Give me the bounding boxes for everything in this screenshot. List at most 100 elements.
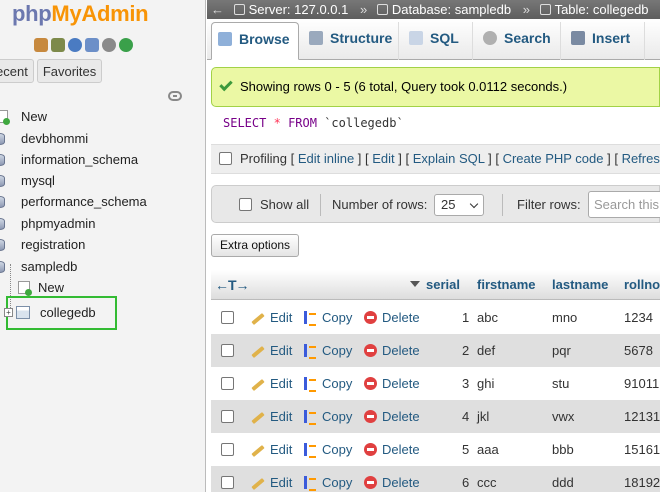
- tab-structure[interactable]: Structure: [303, 22, 399, 60]
- cell-lastname[interactable]: pqr: [552, 334, 571, 367]
- cell-lastname[interactable]: bbb: [552, 433, 574, 466]
- docs-icon[interactable]: [85, 38, 99, 52]
- column-header-firstname[interactable]: firstname: [477, 270, 536, 300]
- expand-plus-icon[interactable]: +: [4, 308, 13, 317]
- cell-serial[interactable]: 3: [462, 367, 469, 400]
- delete-icon: [364, 443, 377, 456]
- breadcrumb-table[interactable]: Table: collegedb: [555, 0, 649, 19]
- phpmyadmin-logo[interactable]: phpMyAdmin: [12, 1, 149, 27]
- settings-gear-icon[interactable]: [102, 38, 116, 52]
- copy-row-link[interactable]: Copy: [322, 334, 352, 367]
- column-header-rollno[interactable]: rollno: [624, 270, 660, 300]
- edit-row-link[interactable]: Edit: [270, 367, 292, 400]
- tab-insert[interactable]: Insert: [565, 22, 645, 60]
- tab-label: Structure: [330, 30, 393, 46]
- copy-row-link[interactable]: Copy: [322, 301, 352, 334]
- table-row[interactable]: Edit Copy Delete 6 ccc ddd 181920: [211, 466, 660, 492]
- cell-serial[interactable]: 4: [462, 400, 469, 433]
- cell-serial[interactable]: 6: [462, 466, 469, 492]
- filter-rows-input[interactable]: Search this ta: [588, 191, 660, 218]
- cell-firstname[interactable]: abc: [477, 301, 498, 334]
- cell-rollno[interactable]: 91011: [624, 367, 659, 400]
- table-row[interactable]: Edit Copy Delete 3 ghi stu 91011: [211, 367, 660, 400]
- column-toggle-arrows[interactable]: ←T→: [215, 270, 250, 300]
- profiling-bar: Profiling [ Edit inline ] [ Edit ] [ Exp…: [211, 144, 660, 174]
- column-header-serial[interactable]: serial: [426, 270, 460, 300]
- logout-icon[interactable]: [51, 38, 65, 52]
- tab-search[interactable]: Search: [477, 22, 561, 60]
- cell-serial[interactable]: 2: [462, 334, 469, 367]
- cell-rollno[interactable]: 181920: [624, 466, 660, 492]
- cell-rollno[interactable]: 1234: [624, 301, 653, 334]
- extra-options-button[interactable]: Extra options: [211, 234, 300, 257]
- cell-firstname[interactable]: def: [477, 334, 495, 367]
- refresh-link[interactable]: Refresh: [622, 151, 660, 166]
- row-checkbox[interactable]: [221, 311, 234, 324]
- tree-item-label: sampledb: [21, 259, 78, 274]
- table-row[interactable]: Edit Copy Delete 5 aaa bbb 151617: [211, 433, 660, 466]
- help-icon[interactable]: [68, 38, 82, 52]
- cell-rollno[interactable]: 151617: [624, 433, 660, 466]
- profiling-checkbox[interactable]: [219, 152, 232, 165]
- show-all-control[interactable]: Show all: [239, 186, 309, 224]
- tab-recent[interactable]: ecent: [0, 59, 34, 83]
- copy-row-link[interactable]: Copy: [322, 400, 352, 433]
- reload-icon[interactable]: [119, 38, 133, 52]
- cell-firstname[interactable]: ccc: [477, 466, 497, 492]
- delete-row-link[interactable]: Delete: [382, 334, 420, 367]
- number-of-rows-select[interactable]: 25: [434, 194, 484, 216]
- copy-icon: [304, 443, 317, 458]
- tab-favorites[interactable]: Favorites: [36, 59, 103, 83]
- edit-row-link[interactable]: Edit: [270, 433, 292, 466]
- copy-row-link[interactable]: Copy: [322, 433, 352, 466]
- copy-row-link[interactable]: Copy: [322, 466, 352, 492]
- cell-firstname[interactable]: jkl: [477, 400, 489, 433]
- tab-bar: Browse Structure SQL Search Insert: [207, 19, 660, 60]
- column-header-lastname[interactable]: lastname: [552, 270, 608, 300]
- table-row[interactable]: Edit Copy Delete 2 def pqr 5678: [211, 334, 660, 367]
- cell-lastname[interactable]: mno: [552, 301, 577, 334]
- table-row[interactable]: Edit Copy Delete 4 jkl vwx 121314: [211, 400, 660, 433]
- sort-dropdown-icon[interactable]: [410, 281, 420, 287]
- table-icon: [539, 4, 551, 15]
- cell-lastname[interactable]: ddd: [552, 466, 574, 492]
- tab-browse[interactable]: Browse: [211, 22, 299, 60]
- table-row[interactable]: Edit Copy Delete 1 abc mno 1234: [211, 301, 660, 334]
- edit-row-link[interactable]: Edit: [270, 400, 292, 433]
- sql-query-display[interactable]: SELECT * FROM `collegedb`: [211, 108, 660, 144]
- link-with-main-panel-icon[interactable]: [168, 91, 182, 101]
- cell-firstname[interactable]: aaa: [477, 433, 499, 466]
- row-checkbox[interactable]: [221, 344, 234, 357]
- row-checkbox[interactable]: [221, 410, 234, 423]
- breadcrumb-server[interactable]: Server: 127.0.0.1: [249, 0, 349, 19]
- delete-row-link[interactable]: Delete: [382, 301, 420, 334]
- collapse-arrow-icon[interactable]: ←: [211, 0, 224, 19]
- nav-icon-bar: [34, 38, 133, 52]
- edit-row-link[interactable]: Edit: [270, 301, 292, 334]
- breadcrumb-database[interactable]: Database: sampledb: [392, 0, 511, 19]
- cell-serial[interactable]: 1: [462, 301, 469, 334]
- cell-serial[interactable]: 5: [462, 433, 469, 466]
- delete-row-link[interactable]: Delete: [382, 466, 420, 492]
- tab-sql[interactable]: SQL: [403, 22, 473, 60]
- cell-rollno[interactable]: 121314: [624, 400, 660, 433]
- row-checkbox[interactable]: [221, 443, 234, 456]
- create-php-code-link[interactable]: Create PHP code: [503, 151, 604, 166]
- cell-rollno[interactable]: 5678: [624, 334, 653, 367]
- cell-lastname[interactable]: stu: [552, 367, 569, 400]
- delete-row-link[interactable]: Delete: [382, 367, 420, 400]
- edit-link[interactable]: Edit: [372, 151, 394, 166]
- edit-inline-link[interactable]: Edit inline: [298, 151, 354, 166]
- show-all-checkbox[interactable]: [239, 198, 252, 211]
- delete-row-link[interactable]: Delete: [382, 400, 420, 433]
- edit-row-link[interactable]: Edit: [270, 466, 292, 492]
- cell-firstname[interactable]: ghi: [477, 367, 494, 400]
- delete-row-link[interactable]: Delete: [382, 433, 420, 466]
- row-checkbox[interactable]: [221, 476, 234, 489]
- explain-sql-link[interactable]: Explain SQL: [413, 151, 485, 166]
- cell-lastname[interactable]: vwx: [552, 400, 574, 433]
- home-icon[interactable]: [34, 38, 48, 52]
- row-checkbox[interactable]: [221, 377, 234, 390]
- edit-row-link[interactable]: Edit: [270, 334, 292, 367]
- copy-row-link[interactable]: Copy: [322, 367, 352, 400]
